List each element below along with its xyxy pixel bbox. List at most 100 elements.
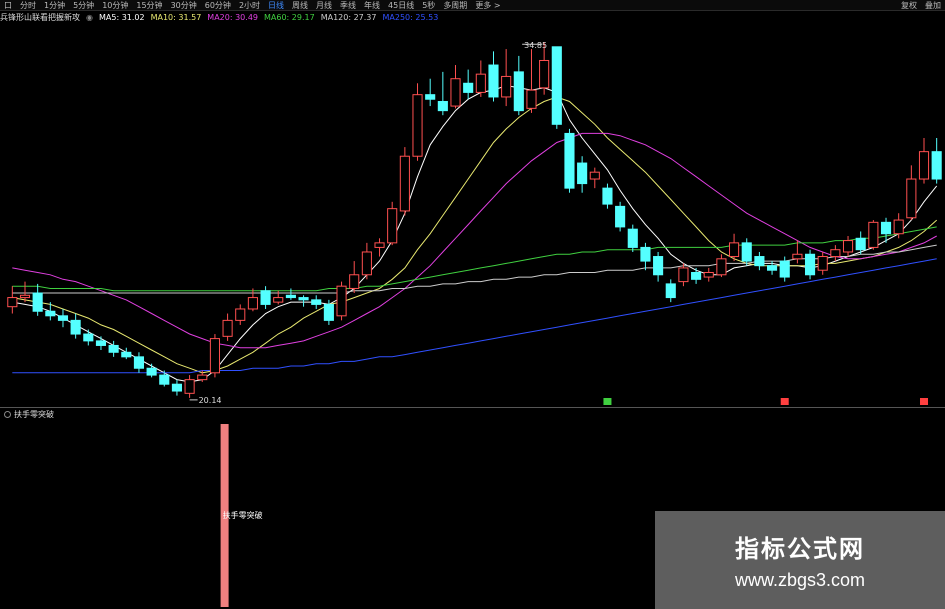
pane-divider[interactable]	[0, 407, 945, 408]
candle-body	[171, 383, 182, 392]
candle	[526, 49, 537, 113]
toolbar-right-button[interactable]: 复权	[897, 0, 921, 11]
candle	[70, 313, 81, 339]
ma-line-ma10	[12, 96, 938, 374]
legend-circle-icon: ◉	[86, 13, 93, 22]
candle-body	[817, 256, 828, 271]
candle	[804, 249, 816, 280]
period-tab[interactable]: 45日线	[384, 0, 418, 11]
candle-body	[387, 208, 398, 244]
candle-body	[197, 374, 208, 381]
candle-body	[184, 379, 195, 394]
candle-body	[842, 240, 854, 253]
candle-body	[298, 297, 309, 301]
period-tab[interactable]: 5秒	[418, 0, 439, 11]
candlestick-chart[interactable]: 34.85 20.14	[0, 24, 945, 407]
signal-marker	[603, 398, 612, 405]
candle-body	[564, 132, 575, 189]
candle-body	[893, 219, 904, 235]
candle-body	[589, 171, 600, 180]
candle	[627, 224, 638, 252]
candle-body	[640, 246, 651, 262]
candle-body	[716, 258, 727, 276]
candle-body	[437, 101, 448, 112]
candle-body	[222, 319, 233, 337]
candle-body	[57, 315, 69, 321]
candle-body	[83, 333, 94, 342]
low-price-label: 20.14	[199, 396, 222, 405]
candle-body	[209, 338, 220, 374]
candle	[311, 295, 322, 309]
candle	[501, 49, 512, 107]
candle	[171, 379, 182, 396]
ma-legend: 兵锋形山联看把握新攻 ◉ MA5: 31.02 MA10: 31.57 MA20: …	[0, 12, 560, 23]
candle-body	[235, 308, 246, 321]
candle	[32, 283, 43, 316]
candle-body	[159, 374, 170, 385]
period-tab[interactable]: 2小时	[235, 0, 264, 11]
candle	[387, 201, 398, 246]
candle-body	[526, 89, 537, 109]
candle-body	[121, 351, 132, 358]
period-tab[interactable]: 10分钟	[98, 0, 132, 11]
indicator-circle-icon	[4, 411, 11, 418]
period-tab[interactable]: 15分钟	[132, 0, 166, 11]
period-tab[interactable]: 多周期	[439, 0, 471, 11]
candle	[260, 286, 271, 309]
candle	[146, 363, 157, 378]
candle-body	[931, 151, 942, 180]
candle	[830, 245, 841, 262]
candle	[615, 201, 626, 232]
candle-body	[678, 267, 689, 283]
candle	[551, 46, 562, 129]
signal-marker	[920, 398, 929, 405]
period-tab[interactable]: 日线	[264, 0, 288, 11]
candle	[918, 137, 930, 184]
candle-body	[260, 290, 271, 305]
period-tab[interactable]: 年线	[360, 0, 384, 11]
candle	[121, 347, 132, 360]
candle-body	[551, 46, 562, 125]
period-tab[interactable]: 60分钟	[201, 0, 235, 11]
candle-body	[918, 151, 930, 180]
candle-body	[45, 310, 56, 317]
period-tab[interactable]: 口	[0, 0, 16, 11]
candle-body	[425, 94, 436, 100]
period-tab[interactable]: 更多 >	[471, 0, 504, 11]
candle-body	[665, 283, 676, 299]
period-tab[interactable]: 5分钟	[69, 0, 98, 11]
candle-body	[412, 94, 423, 157]
candle-body	[273, 297, 284, 303]
period-tab[interactable]: 1分钟	[40, 0, 69, 11]
period-tab[interactable]: 30分钟	[167, 0, 201, 11]
period-tab[interactable]: 周线	[288, 0, 312, 11]
ma-line-ma250	[12, 258, 937, 374]
period-tab[interactable]: 季线	[336, 0, 360, 11]
candle-body	[653, 256, 664, 276]
candle-body	[501, 75, 512, 98]
candle-body	[615, 205, 626, 228]
period-tab[interactable]: 分时	[16, 0, 40, 11]
period-tab[interactable]: 月线	[312, 0, 336, 11]
candle	[564, 128, 575, 193]
candle-body	[450, 78, 461, 107]
toolbar-right-button[interactable]: 叠加	[921, 0, 945, 11]
legend-ma-value: MA5: 31.02	[98, 13, 145, 22]
candle	[361, 242, 372, 280]
candle-body	[741, 242, 752, 262]
candle	[463, 69, 474, 100]
candle-body	[311, 299, 322, 305]
candle	[741, 238, 752, 266]
candle-body	[804, 253, 816, 276]
candle-body	[539, 59, 550, 89]
ma-line-ma5	[12, 85, 938, 383]
candle	[222, 313, 233, 341]
legend-ma-value: MA10: 31.57	[150, 13, 202, 22]
candle	[678, 263, 689, 287]
candle	[931, 137, 942, 184]
candle-body	[880, 221, 892, 235]
candle-body	[323, 303, 334, 321]
candle	[754, 251, 765, 271]
candle-body	[868, 221, 879, 248]
indicator-title-label: 扶手零突破	[14, 410, 54, 419]
